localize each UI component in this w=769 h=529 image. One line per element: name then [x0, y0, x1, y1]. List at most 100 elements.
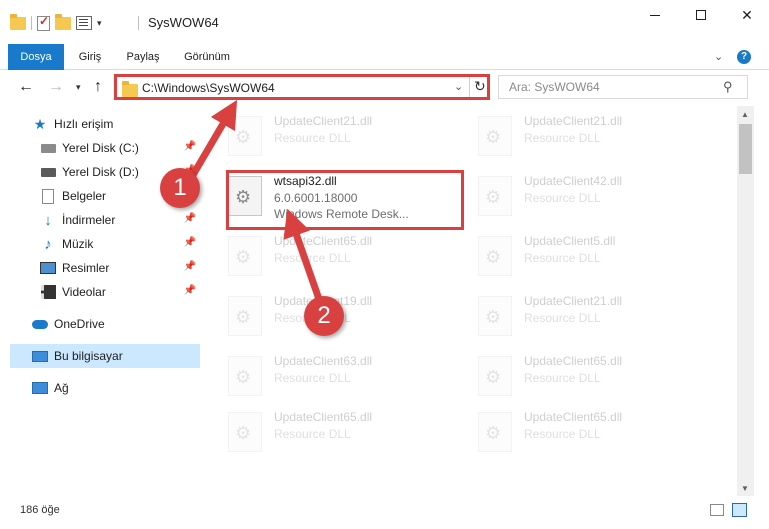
highlight-box — [226, 170, 464, 230]
file-type: Resource DLL — [274, 427, 351, 441]
file-type: Resource DLL — [524, 427, 601, 441]
tab-file[interactable]: Dosya — [8, 44, 64, 70]
quick-access-toolbar: ▾ — [10, 13, 102, 32]
file-name: UpdateClient21.dll — [524, 294, 623, 308]
close-icon: ✕ — [741, 6, 753, 23]
file-item[interactable]: ⚙ UpdateClient65.dll Resource DLL — [454, 406, 694, 462]
address-dropdown-chevron-icon[interactable]: ⌄ — [454, 80, 463, 93]
sidebar-item-label: OneDrive — [54, 317, 105, 331]
scrollbar-thumb[interactable] — [739, 124, 752, 174]
folder-icon[interactable] — [10, 13, 26, 30]
file-type: Resource DLL — [524, 131, 601, 145]
sidebar-item-network[interactable]: Ağ — [10, 376, 200, 400]
file-item[interactable]: ⚙ UpdateClient65.dll Resource DLL — [204, 406, 444, 462]
sidebar-item-local-disk-c[interactable]: Yerel Disk (C:) 📌 — [10, 136, 200, 160]
file-type: Resource DLL — [524, 191, 601, 205]
network-icon — [32, 380, 48, 396]
address-divider — [469, 77, 470, 97]
file-item[interactable]: ⚙ UpdateClient5.dll Resource DLL — [454, 230, 694, 286]
search-icon[interactable]: ⚲ — [723, 79, 733, 95]
file-item[interactable]: ⚙ UpdateClient65.dll Resource DLL — [454, 350, 694, 406]
file-type: Resource DLL — [524, 251, 601, 265]
refresh-icon[interactable]: ↻ — [474, 78, 486, 95]
file-name: UpdateClient42.dll — [524, 174, 623, 188]
file-item[interactable]: ⚙ UpdateClient21.dll Resource DLL — [454, 110, 694, 166]
properties-check-icon[interactable] — [37, 14, 50, 31]
recent-locations-chevron-icon[interactable]: ▾ — [76, 82, 81, 93]
file-type: Resource DLL — [274, 251, 351, 265]
address-bar[interactable]: C:\Windows\SysWOW64 ⌄ ↻ — [114, 74, 490, 100]
status-bar: 186 öğe — [0, 496, 769, 529]
file-name: UpdateClient65.dll — [274, 234, 373, 248]
address-path[interactable]: C:\Windows\SysWOW64 — [142, 81, 275, 95]
new-folder-icon[interactable] — [55, 13, 71, 30]
expand-ribbon-chevron-icon[interactable]: ⌄ — [714, 50, 723, 63]
dll-file-icon: ⚙ — [228, 356, 262, 396]
file-type: Resource DLL — [274, 131, 351, 145]
maximize-button[interactable] — [678, 0, 724, 30]
computer-icon — [32, 348, 48, 364]
sidebar-item-this-pc[interactable]: Bu bilgisayar — [10, 344, 200, 368]
dll-file-icon: ⚙ — [478, 412, 512, 452]
sidebar-item-videos[interactable]: Videolar 📌 — [10, 280, 200, 304]
file-type: Resource DLL — [274, 371, 351, 385]
file-list: ⚙ UpdateClient21.dll Resource DLL ⚙ wtsa… — [204, 106, 736, 496]
dll-file-icon: ⚙ — [228, 236, 262, 276]
forward-arrow-icon[interactable]: → — [48, 78, 64, 96]
tiles-view-icon[interactable] — [732, 503, 747, 517]
pin-icon: 📌 — [183, 261, 196, 272]
view-properties-icon[interactable] — [76, 16, 92, 30]
up-arrow-icon[interactable]: ↑ — [94, 78, 102, 96]
dll-file-icon: ⚙ — [478, 116, 512, 156]
sidebar-item-downloads[interactable]: ↓ İndirmeler 📌 — [10, 208, 200, 232]
navigation-bar: ← → ▾ ↑ C:\Windows\SysWOW64 ⌄ ↻ ⚲ — [0, 70, 769, 106]
vertical-scrollbar[interactable]: ▲ ▼ — [737, 106, 754, 496]
back-arrow-icon[interactable]: ← — [18, 78, 34, 96]
tab-share[interactable]: Paylaş — [120, 44, 166, 70]
file-item[interactable]: ⚙ UpdateClient65.dll Resource DLL — [204, 230, 444, 286]
file-item[interactable]: ⚙ UpdateClient21.dll Resource DLL — [204, 110, 444, 166]
sidebar-item-label: Resimler — [62, 261, 110, 275]
documents-icon — [40, 188, 56, 204]
scroll-down-icon[interactable]: ▼ — [741, 484, 749, 493]
step-1-badge: 1 — [160, 168, 200, 208]
sidebar-item-label: Müzik — [62, 237, 94, 251]
tab-home[interactable]: Giriş — [70, 44, 110, 70]
item-count: 186 öğe — [20, 504, 60, 516]
minimize-button[interactable] — [632, 0, 678, 30]
help-icon[interactable]: ? — [737, 50, 751, 64]
sidebar-item-onedrive[interactable]: OneDrive — [10, 312, 200, 336]
close-button[interactable]: ✕ — [724, 0, 769, 30]
sidebar-item-pictures[interactable]: Resimler 📌 — [10, 256, 200, 280]
navigation-pane: ★ Hızlı erişim Yerel Disk (C:) 📌 Yerel D… — [0, 106, 204, 496]
file-item[interactable]: ⚙ UpdateClient42.dll Resource DLL — [454, 170, 694, 226]
file-item[interactable]: ⚙ UpdateClient21.dll Resource DLL — [454, 290, 694, 346]
sidebar-item-label: Ağ — [54, 381, 69, 395]
sidebar-item-label: İndirmeler — [62, 213, 116, 227]
sidebar-item-label: Belgeler — [62, 189, 107, 203]
file-type: Resource DLL — [524, 311, 601, 325]
tab-view[interactable]: Görünüm — [176, 44, 238, 70]
file-item[interactable]: ⚙ UpdateClient63.dll Resource DLL — [204, 350, 444, 406]
file-name: UpdateClient21.dll — [524, 114, 623, 128]
details-view-icon[interactable] — [710, 504, 724, 516]
sidebar-item-label: Videolar — [62, 285, 106, 299]
file-name: UpdateClient21.dll — [274, 114, 373, 128]
sidebar-item-music[interactable]: ♪ Müzik 📌 — [10, 232, 200, 256]
search-input[interactable] — [509, 77, 719, 97]
music-icon: ♪ — [44, 235, 52, 253]
dll-file-icon: ⚙ — [228, 296, 262, 336]
sidebar-item-quick-access[interactable]: ★ Hızlı erişim — [10, 112, 200, 136]
drive-icon — [40, 140, 56, 156]
title-bar: ▾ SysWOW64 ✕ — [0, 0, 769, 44]
sidebar-item-label: Yerel Disk (D:) — [62, 165, 139, 179]
scroll-up-icon[interactable]: ▲ — [741, 110, 749, 119]
dll-file-icon: ⚙ — [478, 176, 512, 216]
dll-file-icon: ⚙ — [478, 296, 512, 336]
customize-toolbar-chevron-icon[interactable]: ▾ — [97, 18, 102, 29]
pictures-icon — [40, 260, 56, 276]
title-divider — [138, 16, 139, 30]
dll-file-icon: ⚙ — [228, 412, 262, 452]
search-box[interactable]: ⚲ — [498, 75, 748, 99]
sidebar-item-label: Bu bilgisayar — [54, 349, 123, 363]
